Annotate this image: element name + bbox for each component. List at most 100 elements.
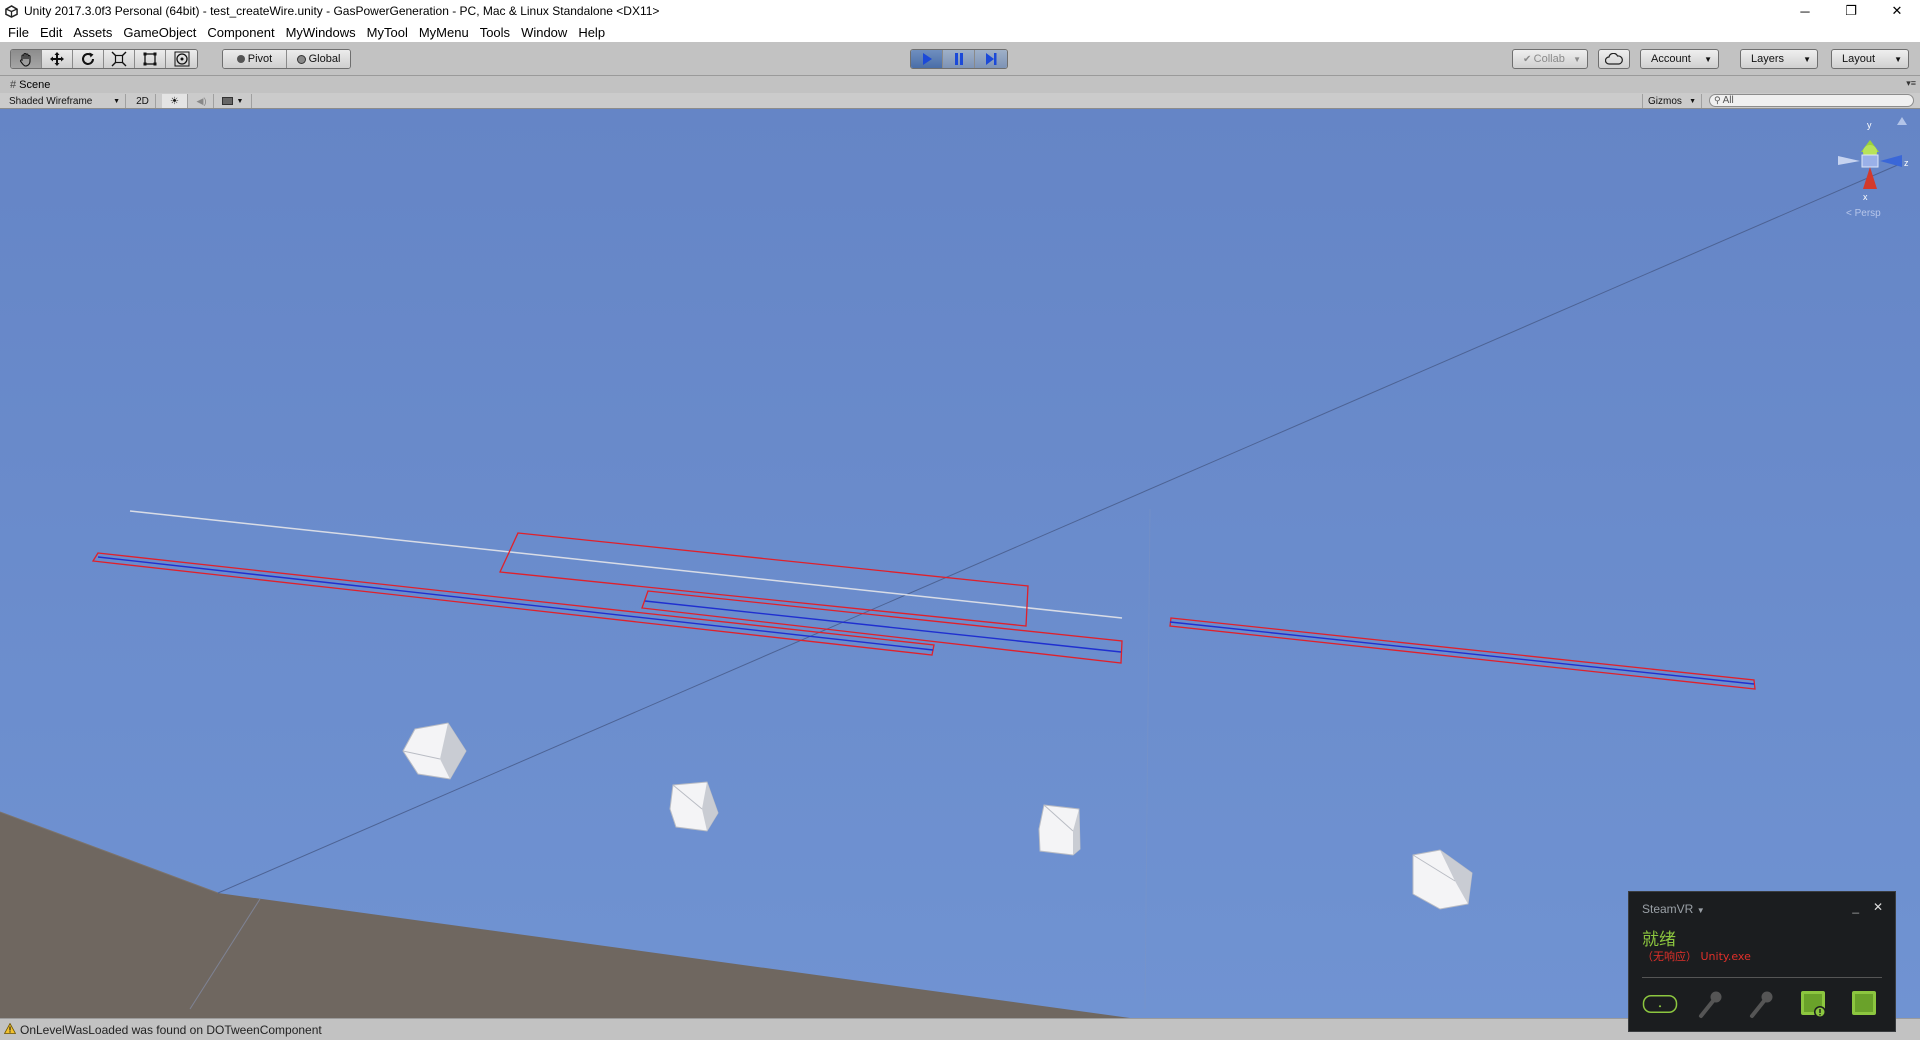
play-button[interactable]: [911, 50, 943, 68]
pause-button[interactable]: [943, 50, 975, 68]
steamvr-status-text: 就绪: [1642, 930, 1676, 950]
toggle-2d-button[interactable]: 2D: [130, 94, 156, 108]
rect-tool-button[interactable]: [135, 50, 166, 68]
pivot-toggle-group: Pivot Global: [222, 49, 351, 69]
gizmos-dropdown[interactable]: Gizmos ▼: [1642, 94, 1702, 108]
window-title: Unity 2017.3.0f3 Personal (64bit) - test…: [24, 4, 660, 18]
sky-background: [0, 109, 1920, 1018]
rect-icon: [143, 52, 157, 66]
layers-label: Layers: [1751, 53, 1785, 65]
gizmo-z-label: z: [1904, 158, 1909, 168]
menu-file[interactable]: File: [4, 25, 36, 40]
transform-icon: [174, 51, 189, 67]
headset-icon[interactable]: [1642, 989, 1678, 1019]
toggle-2d-label: 2D: [136, 95, 149, 107]
lighting-toggle[interactable]: ☀: [162, 94, 188, 108]
persp-label[interactable]: < Persp: [1846, 208, 1881, 219]
gizmo-center-cube: [1861, 154, 1879, 168]
scale-tool-button[interactable]: [104, 50, 135, 68]
globe-icon: [296, 54, 306, 64]
global-button[interactable]: Global: [287, 50, 350, 68]
status-message: OnLevelWasLoaded was found on DOTweenCom…: [20, 1022, 322, 1037]
transform-tools: [10, 49, 198, 69]
speaker-icon: ◀): [196, 95, 207, 106]
minimize-button[interactable]: ─: [1782, 0, 1828, 22]
tab-options-icon[interactable]: ▾≡: [1906, 78, 1916, 89]
steamvr-title: SteamVR: [1642, 902, 1694, 916]
layout-dropdown[interactable]: Layout ▼: [1831, 49, 1909, 69]
menu-tools[interactable]: Tools: [476, 25, 517, 40]
steamvr-device-icons: [1642, 988, 1882, 1020]
gizmo-y-label: y: [1867, 120, 1872, 130]
menu-mywindows[interactable]: MyWindows: [282, 25, 363, 40]
steamvr-no-response: （无响应）: [1642, 950, 1697, 963]
chevron-down-icon: ▼: [113, 97, 120, 105]
gizmos-label: Gizmos: [1648, 95, 1682, 107]
cloud-icon: [1605, 53, 1623, 65]
rotate-tool-button[interactable]: [73, 50, 104, 68]
steamvr-app-name: Unity.exe: [1700, 950, 1751, 963]
step-button[interactable]: [975, 50, 1007, 68]
chevron-down-icon: ▼: [1803, 54, 1811, 64]
maximize-button[interactable]: ❐: [1828, 0, 1874, 22]
close-button[interactable]: ✕: [1874, 0, 1920, 22]
audio-toggle[interactable]: ◀): [190, 94, 214, 108]
tab-scene-label: Scene: [19, 78, 51, 91]
gizmo-x-label: x: [1863, 192, 1868, 202]
steamvr-app-status: （无响应） Unity.exe: [1642, 948, 1751, 964]
chevron-down-icon: ▼: [1704, 54, 1712, 64]
hierarchy-search-input[interactable]: ⚲ All: [1709, 94, 1914, 107]
title-bar: Unity 2017.3.0f3 Personal (64bit) - test…: [0, 0, 1920, 22]
menu-mymenu[interactable]: MyMenu: [415, 25, 476, 40]
search-placeholder: All: [1722, 95, 1734, 106]
layout-label: Layout: [1842, 53, 1876, 65]
main-toolbar: Pivot Global ✔ Collab ▼ Account ▼ Layers…: [0, 42, 1920, 76]
tab-scene[interactable]: # Scene: [4, 76, 56, 93]
move-icon: [50, 52, 64, 66]
layers-dropdown[interactable]: Layers ▼: [1740, 49, 1818, 69]
cube: [1038, 804, 1081, 856]
menu-gameobject[interactable]: GameObject: [119, 25, 203, 40]
sun-icon: ☀: [170, 95, 179, 107]
collab-label: Collab: [1533, 53, 1565, 65]
chevron-down-icon: ▼: [1689, 97, 1696, 105]
scene-viewport[interactable]: y z x < Persp: [0, 109, 1920, 1018]
account-dropdown[interactable]: Account ▼: [1640, 49, 1719, 69]
playback-controls: [910, 49, 1008, 69]
menu-edit[interactable]: Edit: [36, 25, 69, 40]
base-station-icon[interactable]: [1846, 989, 1882, 1019]
steamvr-menu-dropdown[interactable]: SteamVR ▼: [1642, 902, 1705, 916]
move-tool-button[interactable]: [42, 50, 73, 68]
pause-icon: [954, 53, 963, 65]
steamvr-close-button[interactable]: ✕: [1873, 900, 1883, 914]
steamvr-minimize-button[interactable]: _: [1852, 900, 1859, 914]
hand-tool-button[interactable]: [11, 50, 42, 68]
menu-mytool[interactable]: MyTool: [363, 25, 415, 40]
transform-tool-button[interactable]: [166, 50, 197, 68]
menu-assets[interactable]: Assets: [69, 25, 119, 40]
scene-canvas: y z x < Persp: [0, 109, 1920, 1018]
scene-control-bar: Shaded Wireframe ▼ 2D ☀ ◀) ▼ Gizmos ▼ ⚲ …: [0, 93, 1920, 109]
draw-mode-dropdown[interactable]: Shaded Wireframe ▼: [4, 94, 126, 108]
cloud-button[interactable]: [1598, 49, 1630, 69]
menu-component[interactable]: Component: [203, 25, 281, 40]
menu-window[interactable]: Window: [517, 25, 574, 40]
hand-icon: [19, 52, 31, 67]
account-label: Account: [1651, 53, 1691, 65]
unity-logo-icon: [3, 3, 19, 19]
scale-icon: [111, 51, 127, 67]
base-station-icon[interactable]: [1795, 989, 1831, 1019]
pivot-button[interactable]: Pivot: [223, 50, 287, 68]
warning-icon: [3, 1022, 17, 1037]
scene-tab-strip: # Scene ▾≡: [0, 76, 1920, 93]
draw-mode-label: Shaded Wireframe: [9, 95, 93, 107]
global-label: Global: [308, 53, 341, 65]
controller-icon[interactable]: [1693, 989, 1729, 1019]
chevron-down-icon: ▼: [1696, 906, 1705, 915]
pivot-icon: [236, 55, 245, 63]
menu-help[interactable]: Help: [574, 25, 612, 40]
effects-dropdown[interactable]: ▼: [214, 94, 252, 108]
step-icon: [986, 53, 997, 65]
controller-icon[interactable]: [1744, 989, 1780, 1019]
collab-dropdown[interactable]: ✔ Collab ▼: [1512, 49, 1588, 69]
